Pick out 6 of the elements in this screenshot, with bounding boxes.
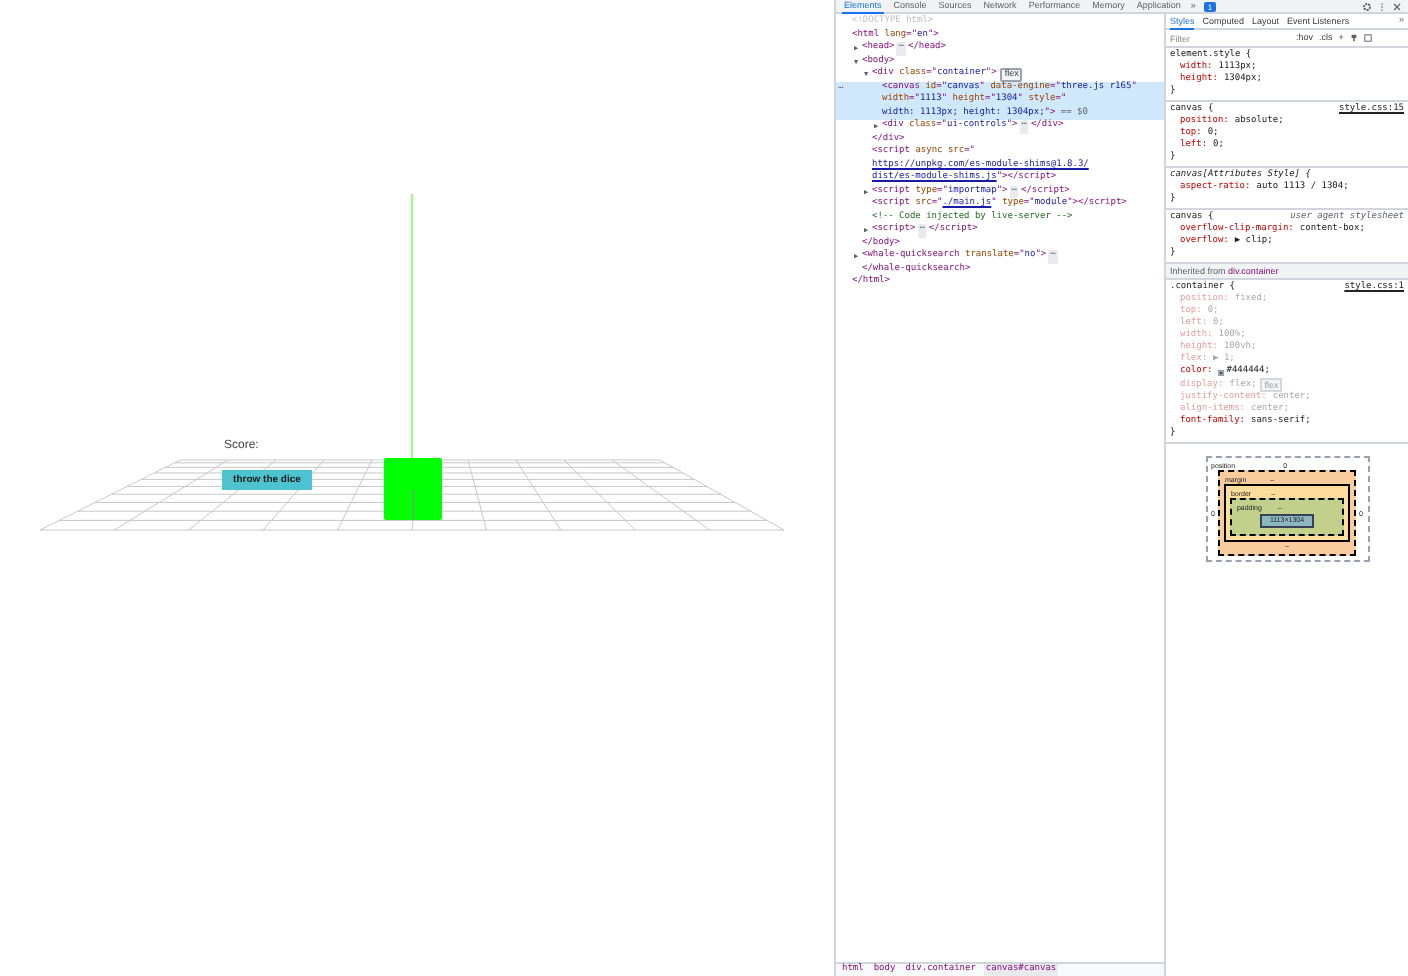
settings-icon[interactable]: [1362, 1, 1372, 11]
paint-icon[interactable]: [1349, 34, 1358, 42]
cube: [384, 458, 442, 521]
sidebar-toggle-icon[interactable]: [1363, 34, 1372, 42]
close-icon[interactable]: [1392, 1, 1402, 11]
color-swatch-icon[interactable]: [1218, 369, 1225, 375]
